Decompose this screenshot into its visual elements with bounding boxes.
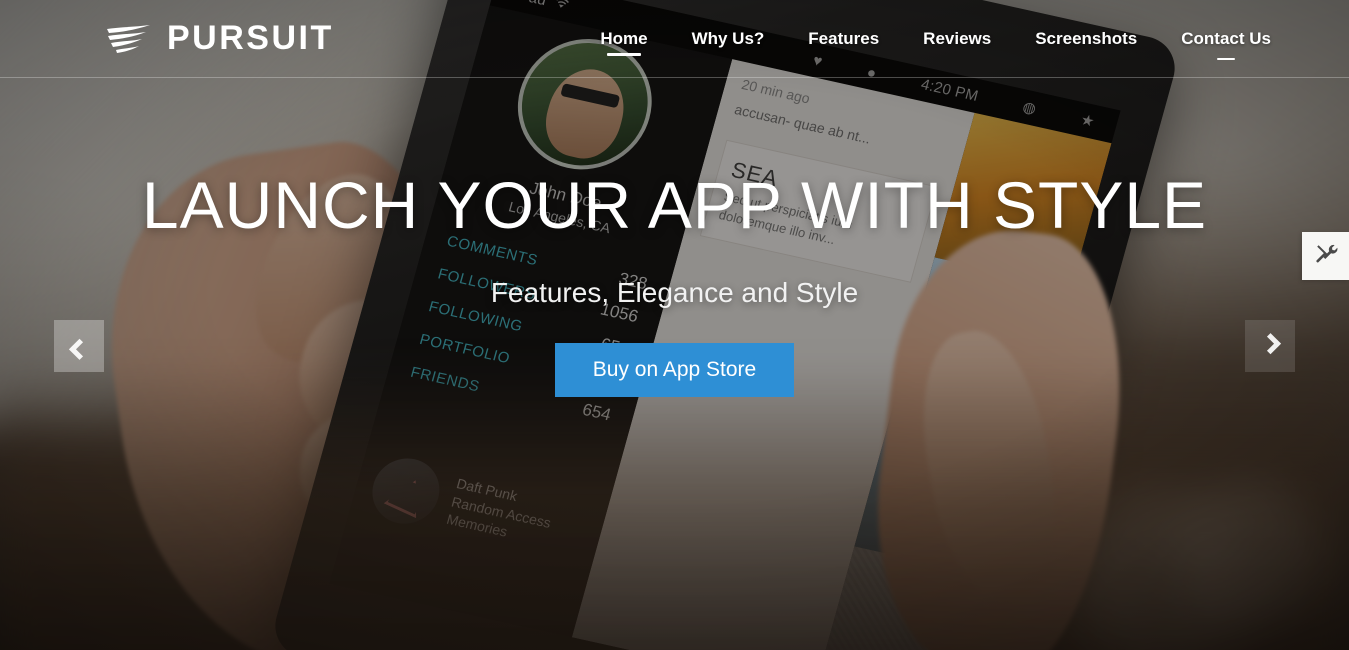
chevron-right-icon [1259, 332, 1281, 354]
hero-subtitle: Features, Elegance and Style [490, 277, 859, 309]
nav-label: Reviews [923, 28, 992, 48]
nav-item-features[interactable]: Features [786, 0, 901, 78]
buy-on-app-store-button[interactable]: Buy on App Store [554, 343, 795, 398]
tools-icon [1314, 242, 1338, 271]
main-nav: Home Why Us? Features Reviews Screenshot… [578, 0, 1293, 78]
brand-name: PURSUIT [167, 19, 334, 57]
chevron-left-icon [68, 338, 90, 360]
hero-section: LAUNCH YOUR APP WITH STYLE Features, Ele… [0, 168, 1349, 398]
nav-item-why-us[interactable]: Why Us? [670, 0, 787, 78]
nav-label: Screenshots [1035, 28, 1138, 48]
wing-icon [105, 22, 157, 56]
site-logo[interactable]: PURSUIT [105, 19, 334, 58]
nav-label: Home [600, 28, 648, 48]
nav-active-underline [1217, 57, 1236, 60]
nav-item-contact-us[interactable]: Contact Us [1159, 0, 1293, 78]
carousel-prev-button[interactable] [54, 320, 104, 372]
nav-active-underline [606, 52, 641, 56]
nav-label: Features [808, 28, 880, 48]
nav-label: Contact Us [1181, 28, 1271, 48]
nav-item-screenshots[interactable]: Screenshots [1013, 0, 1159, 78]
carousel-next-button[interactable] [1245, 320, 1295, 372]
nav-item-home[interactable]: Home [578, 0, 669, 78]
tools-panel-toggle[interactable] [1302, 232, 1349, 280]
nav-label: Why Us? [691, 28, 765, 48]
page-stage: iPad ♥ ● 4:20 PM ◍ ★ [0, 0, 1349, 650]
site-header: PURSUIT Home Why Us? Features Reviews Sc… [0, 0, 1349, 78]
nav-item-reviews[interactable]: Reviews [901, 0, 1013, 78]
hero-title: LAUNCH YOUR APP WITH STYLE [141, 168, 1208, 242]
